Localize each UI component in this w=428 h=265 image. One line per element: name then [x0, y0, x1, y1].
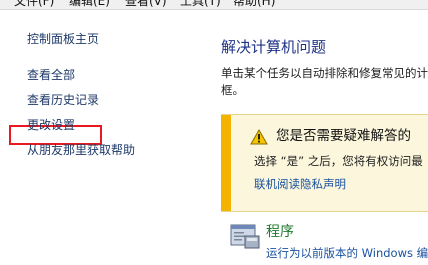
control-panel-window: 文件(F) 编辑(E) 查看(V) 工具(T) 帮助(H) 控制面板主页 查看全…: [0, 0, 428, 265]
menu-bar: 文件(F) 编辑(E) 查看(V) 工具(T) 帮助(H): [0, 0, 428, 10]
page-description-line-1: 单击某个任务以自动排除和修复常见的计: [221, 66, 428, 80]
programs-icon: [230, 224, 260, 249]
programs-section-title[interactable]: 程序: [266, 224, 294, 241]
privacy-statement-link[interactable]: 联机阅读隐私声明: [254, 177, 346, 192]
nav-get-help-from-friend[interactable]: 从朋友那里获取帮助: [27, 143, 135, 158]
nav-view-history[interactable]: 查看历史记录: [27, 93, 99, 108]
menu-file[interactable]: 文件(F): [14, 0, 54, 8]
page-description-line-2: 框。: [221, 83, 244, 97]
menu-view[interactable]: 查看(V): [125, 0, 167, 8]
notice-title: 您是否需要疑难解答的: [276, 128, 411, 144]
page-title: 解决计算机问题: [221, 38, 327, 56]
menu-tools[interactable]: 工具(T): [180, 0, 221, 8]
notice-text: 选择 “是” 之后，您将有权访问最: [254, 154, 423, 168]
notice-accent-bar: [221, 115, 231, 211]
warning-icon: [250, 129, 268, 145]
nav-view-all[interactable]: 查看全部: [27, 68, 75, 83]
page-description: 单击某个任务以自动排除和修复常见的计 框。: [221, 65, 428, 99]
navigation-pane: 控制面板主页 查看全部 查看历史记录 更改设置 从朋友那里获取帮助: [0, 11, 203, 265]
menu-help[interactable]: 帮助(H): [233, 0, 275, 8]
menu-edit[interactable]: 编辑(E): [69, 0, 110, 8]
nav-control-panel-home[interactable]: 控制面板主页: [27, 32, 99, 47]
main-content: 解决计算机问题 单击某个任务以自动排除和修复常见的计 框。 您是否需要疑难解答的…: [203, 11, 428, 265]
troubleshooting-notice: 您是否需要疑难解答的 选择 “是” 之后，您将有权访问最 联机阅读隐私声明: [221, 114, 428, 212]
nav-change-settings[interactable]: 更改设置: [27, 118, 75, 133]
programs-section-description[interactable]: 运行为以前版本的 Windows 编: [266, 246, 428, 261]
